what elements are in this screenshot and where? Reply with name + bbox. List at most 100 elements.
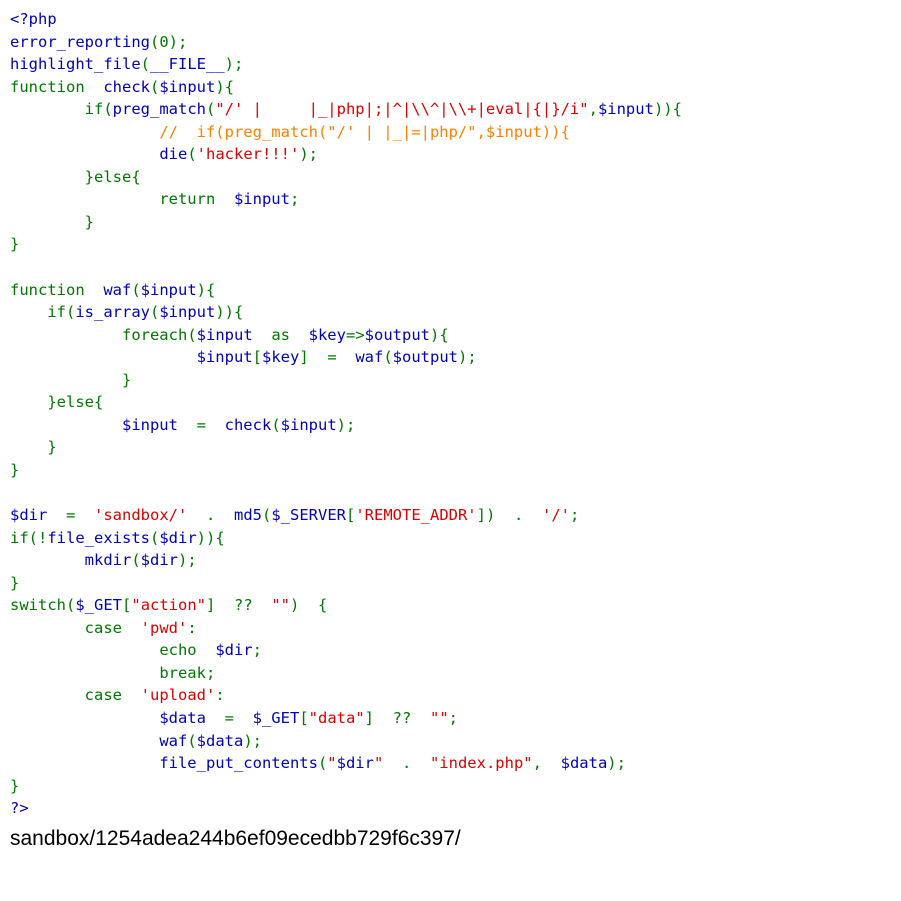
code-token: ?? <box>224 596 263 615</box>
code-token: ?? <box>383 708 421 727</box>
code-token: ] <box>364 708 384 727</box>
code-token: " <box>373 754 393 773</box>
code-token: ; <box>252 641 262 660</box>
code-token: $dir <box>140 551 178 570</box>
code-token: 'REMOTE_ADDR' <box>355 506 477 525</box>
code-line: die('hacker!!!'); <box>10 143 901 166</box>
code-token: $_GET <box>75 596 123 615</box>
code-token: ( <box>187 731 197 750</box>
code-token: $input <box>196 325 262 344</box>
code-token: <?php <box>10 10 57 28</box>
code-token: $input <box>224 190 290 209</box>
code-token: } <box>10 212 94 231</box>
code-line: } <box>10 369 901 392</box>
code-line: }else{ <box>10 391 901 414</box>
code-token: : <box>187 618 197 637</box>
code-token: die <box>159 145 188 164</box>
code-token: ) <box>607 754 617 773</box>
code-token: } <box>10 438 57 457</box>
code-token: "" <box>262 596 291 615</box>
code-token: $dir <box>336 754 374 773</box>
code-token: } <box>10 167 94 186</box>
code-token: = <box>215 708 244 727</box>
code-token: { <box>234 303 244 322</box>
php-source-code-block: <?php error_reporting(0); highlight_file… <box>0 0 901 820</box>
code-line: foreach($input as $key=>$output){ <box>10 324 901 347</box>
code-token: ) <box>299 145 309 164</box>
code-token: ?> <box>10 799 29 818</box>
code-token: check <box>215 415 272 434</box>
code-token: foreach <box>121 325 188 344</box>
code-token: '/' <box>532 506 570 525</box>
code-token: ) <box>168 32 179 51</box>
code-token: ( <box>131 280 141 299</box>
code-token: ) <box>196 280 207 299</box>
code-token: $output <box>392 348 458 367</box>
code-token: md5 <box>224 506 262 525</box>
code-token: ; <box>346 415 356 434</box>
code-line: } <box>10 211 901 234</box>
code-token: } <box>10 573 20 592</box>
code-line: $input[$key] = waf($output); <box>10 346 901 369</box>
code-token: ) <box>336 415 346 434</box>
code-token: ( <box>150 528 160 547</box>
code-line: function waf($input){ <box>10 279 901 302</box>
code-token: { <box>131 167 141 186</box>
code-token: ( <box>187 325 197 344</box>
code-token: ; <box>448 708 458 727</box>
code-token: ) <box>290 596 309 615</box>
code-token: ( <box>131 551 141 570</box>
code-line: file_put_contents("$dir" . "index.php", … <box>10 752 901 775</box>
code-token: file_exists <box>47 528 150 547</box>
code-token: { <box>94 393 104 412</box>
code-token: case <box>84 618 132 637</box>
code-token: switch <box>10 596 66 615</box>
code-line: <?php <box>10 8 901 31</box>
code-token: 'upload' <box>131 686 216 705</box>
code-token: $data <box>551 754 608 773</box>
code-token: ) <box>224 55 234 74</box>
code-line: return $input; <box>10 188 901 211</box>
code-token: $key <box>299 325 346 344</box>
code-token: " <box>327 754 337 773</box>
code-token: __FILE__ <box>150 55 225 74</box>
code-token: (! <box>28 528 48 547</box>
code-token: "" <box>420 708 449 727</box>
code-token: [ <box>122 596 132 615</box>
code-token: ; <box>616 754 626 773</box>
code-line: echo $dir; <box>10 639 901 662</box>
code-token: = <box>56 506 85 525</box>
code-line: case 'upload': <box>10 684 901 707</box>
code-token: $input <box>597 100 654 119</box>
code-token: ; <box>178 32 188 51</box>
code-token: $_SERVER <box>271 506 346 525</box>
code-line: ?> <box>10 797 901 820</box>
code-token: break <box>159 663 206 682</box>
code-token: ; <box>467 348 477 367</box>
code-token: { <box>215 528 225 547</box>
code-token: ) <box>178 551 188 570</box>
code-token: ] <box>206 596 225 615</box>
code-token: ; <box>569 506 580 525</box>
code-token: => <box>345 325 365 344</box>
code-token: { <box>224 77 235 96</box>
code-token: ) <box>429 325 440 344</box>
code-token: $output <box>364 325 430 344</box>
code-token: $input <box>140 280 197 299</box>
code-token: as <box>261 325 300 344</box>
code-token: } <box>10 776 20 795</box>
code-line: function check($input){ <box>10 76 901 99</box>
code-token: ) <box>457 348 468 367</box>
code-token: ( <box>206 100 216 119</box>
